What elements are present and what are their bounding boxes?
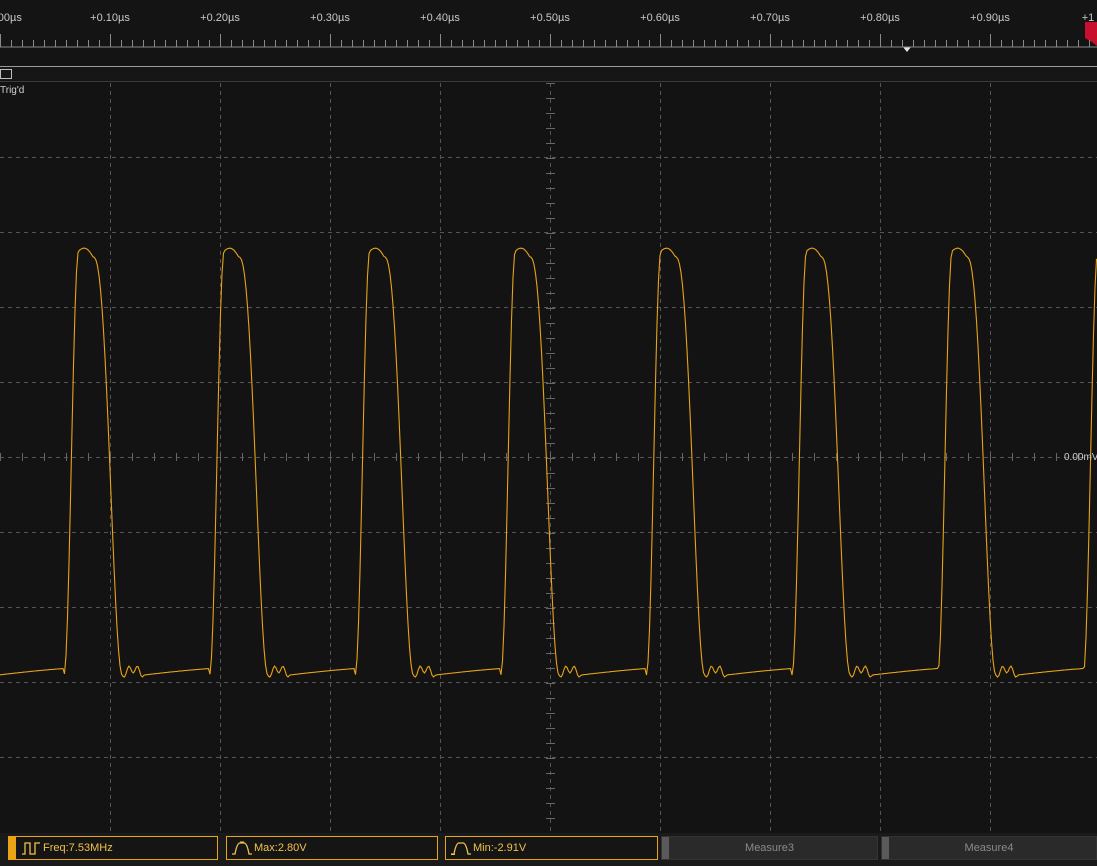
channel-color-stripe — [662, 837, 669, 859]
measure-max[interactable]: Max:2.80V — [226, 836, 438, 860]
measure-label: Min:-2.91V — [473, 842, 527, 854]
time-ruler-ticks — [0, 22, 1097, 52]
channel-1-waveform — [0, 247, 1097, 678]
measure-slot-4[interactable]: Measure4 — [881, 836, 1097, 860]
channel-color-stripe — [882, 837, 889, 859]
min-pulse-icon — [451, 842, 471, 855]
measure-slot-3[interactable]: Measure3 — [661, 836, 878, 860]
measure-freq[interactable]: Freq:7.53MHz — [8, 836, 218, 860]
measure-label: Measure4 — [964, 842, 1014, 854]
channel-zero-level-label: 0.00mV — [1064, 452, 1097, 463]
waveform-display[interactable] — [0, 83, 1097, 833]
graticule — [0, 83, 1097, 833]
measure-label: Max:2.80V — [254, 842, 307, 854]
trigger-status: Trig'd — [0, 85, 25, 96]
max-pulse-icon — [232, 841, 252, 855]
overview-strip[interactable] — [0, 66, 1097, 82]
trigger-flag-icon[interactable] — [1085, 22, 1097, 46]
channel-color-stripe — [9, 837, 16, 859]
trigger-position-marker-icon[interactable] — [903, 47, 911, 52]
measure-label: Measure3 — [745, 842, 794, 854]
frequency-icon — [22, 842, 40, 855]
zoom-window-icon[interactable] — [0, 69, 12, 79]
time-ruler[interactable]: +0.00µs +0.10µs +0.20µs +0.30µs +0.40µs … — [0, 0, 1097, 66]
measure-label: Freq:7.53MHz — [43, 842, 113, 854]
oscilloscope-window: +0.00µs +0.10µs +0.20µs +0.30µs +0.40µs … — [0, 0, 1097, 866]
measurement-bar: Freq:7.53MHz Max:2.80V Min:-2.91V Measur… — [0, 833, 1097, 866]
measure-min[interactable]: Min:-2.91V — [445, 836, 658, 860]
